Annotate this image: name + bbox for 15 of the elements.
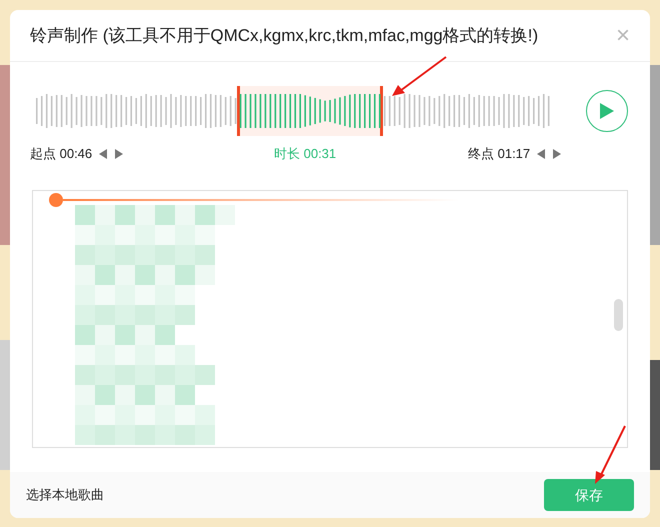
end-time: 终点 01:17 bbox=[468, 145, 530, 163]
local-song-link[interactable]: 选择本地歌曲 bbox=[26, 485, 104, 505]
dialog-title: 铃声制作 (该工具不用于QMCx,kgmx,krc,tkm,mfac,mgg格式的转换!) bbox=[30, 24, 538, 47]
play-button[interactable] bbox=[586, 90, 628, 132]
save-button[interactable]: 保存 bbox=[544, 479, 634, 511]
duration-time: 时长 00:31 bbox=[274, 145, 336, 163]
annotation-arrow bbox=[392, 55, 448, 97]
scrollbar-thumb[interactable] bbox=[614, 299, 623, 331]
play-icon bbox=[599, 102, 615, 120]
waveform[interactable] bbox=[34, 88, 551, 134]
step-arrows-icon[interactable] bbox=[98, 148, 124, 160]
step-arrows-icon[interactable] bbox=[536, 148, 562, 160]
start-time: 起点 00:46 bbox=[30, 145, 92, 163]
annotation-arrow bbox=[593, 425, 627, 485]
close-button[interactable]: × bbox=[616, 24, 630, 48]
